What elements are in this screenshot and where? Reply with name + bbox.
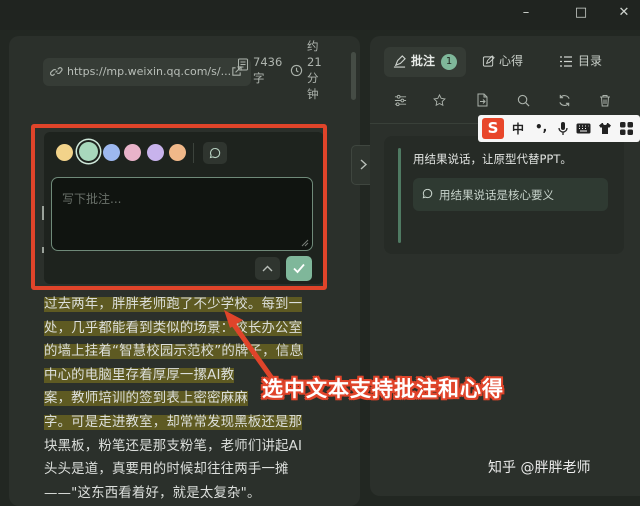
ime-toolbar: S 中 •,: [478, 115, 640, 142]
notes-toolbar: [385, 88, 625, 114]
link-icon: [50, 67, 63, 76]
annotation-comment: 用结果说话是核心要义: [439, 188, 554, 202]
scrollbar[interactable]: [351, 52, 356, 100]
document-icon: [238, 58, 248, 71]
window-titlebar: – □ ✕: [0, 0, 640, 30]
maximize-button[interactable]: □: [569, 3, 593, 23]
filter-icon[interactable]: [394, 94, 407, 107]
annotation-quote: 用结果说话，让原型代替PPT。: [413, 152, 572, 166]
annotation-comment-box: 用结果说话是核心要义: [413, 178, 608, 211]
edit-note-icon: [482, 55, 495, 67]
ime-punctuation-toggle[interactable]: •,: [535, 120, 547, 134]
watermark: 知乎 @胖胖老师: [488, 460, 591, 476]
read-time-unit-1: 分: [307, 71, 319, 85]
tab-annotations-label: 批注: [411, 54, 436, 68]
annotation-card[interactable]: 用结果说话，让原型代替PPT。 用结果说话是核心要义: [384, 136, 624, 254]
close-button[interactable]: ✕: [612, 3, 636, 23]
word-count-unit: 字: [253, 71, 265, 85]
ime-language-toggle[interactable]: 中: [512, 120, 524, 137]
annotation-count-badge: 1: [441, 54, 457, 70]
star-icon[interactable]: [433, 94, 446, 107]
body-line-5[interactable]: 案，教师培训的签到表上密密麻麻: [44, 391, 248, 407]
skin-icon[interactable]: [598, 122, 612, 135]
search-icon[interactable]: [517, 94, 530, 107]
highlight-frame: [31, 124, 327, 290]
trash-icon[interactable]: [599, 94, 611, 107]
body-line-8[interactable]: 头头是道，真要用的时候却往往两手一摊: [44, 458, 326, 482]
grid-menu-icon[interactable]: [620, 122, 633, 135]
highlight-icon: [393, 55, 406, 68]
list-icon: [560, 56, 572, 67]
source-url-box[interactable]: https://mp.weixin.qq.com/s/...: [43, 58, 251, 86]
body-line-9[interactable]: ——"这东西看着好，就是太复杂"。: [44, 482, 326, 506]
tab-toc[interactable]: 目录: [578, 52, 602, 69]
export-icon[interactable]: [476, 93, 489, 107]
microphone-icon[interactable]: [558, 121, 568, 136]
word-count-number: 7436: [253, 55, 283, 69]
body-line-6[interactable]: 字。可是走进教室，却常常发现黑板还是那: [44, 414, 303, 430]
read-time: 约 21 分 钟: [307, 38, 322, 102]
body-line-7[interactable]: 块黑板，粉笔还是那支粉笔，老师们讲起AI: [44, 435, 326, 459]
ime-logo-icon[interactable]: S: [482, 118, 504, 139]
keyboard-icon[interactable]: [576, 123, 591, 134]
read-time-prefix: 约: [307, 39, 319, 53]
chevron-right-icon: [360, 159, 368, 170]
chat-bubble-icon: [422, 188, 433, 199]
body-line-4[interactable]: 中心的电脑里存着厚厚一摞AI教: [44, 367, 235, 383]
refresh-icon[interactable]: [558, 94, 571, 107]
callout-text: 选中文本支持批注和心得: [262, 377, 504, 401]
source-url: https://mp.weixin.qq.com/s/...: [67, 65, 232, 78]
clock-icon: [290, 64, 303, 77]
tab-insights[interactable]: 心得: [499, 52, 523, 69]
word-count: 7436 字: [253, 54, 282, 86]
read-time-unit-2: 钟: [307, 87, 319, 101]
annotation-color-bar: [398, 148, 401, 243]
read-time-number: 21: [307, 55, 322, 69]
minimize-button[interactable]: –: [514, 3, 538, 23]
